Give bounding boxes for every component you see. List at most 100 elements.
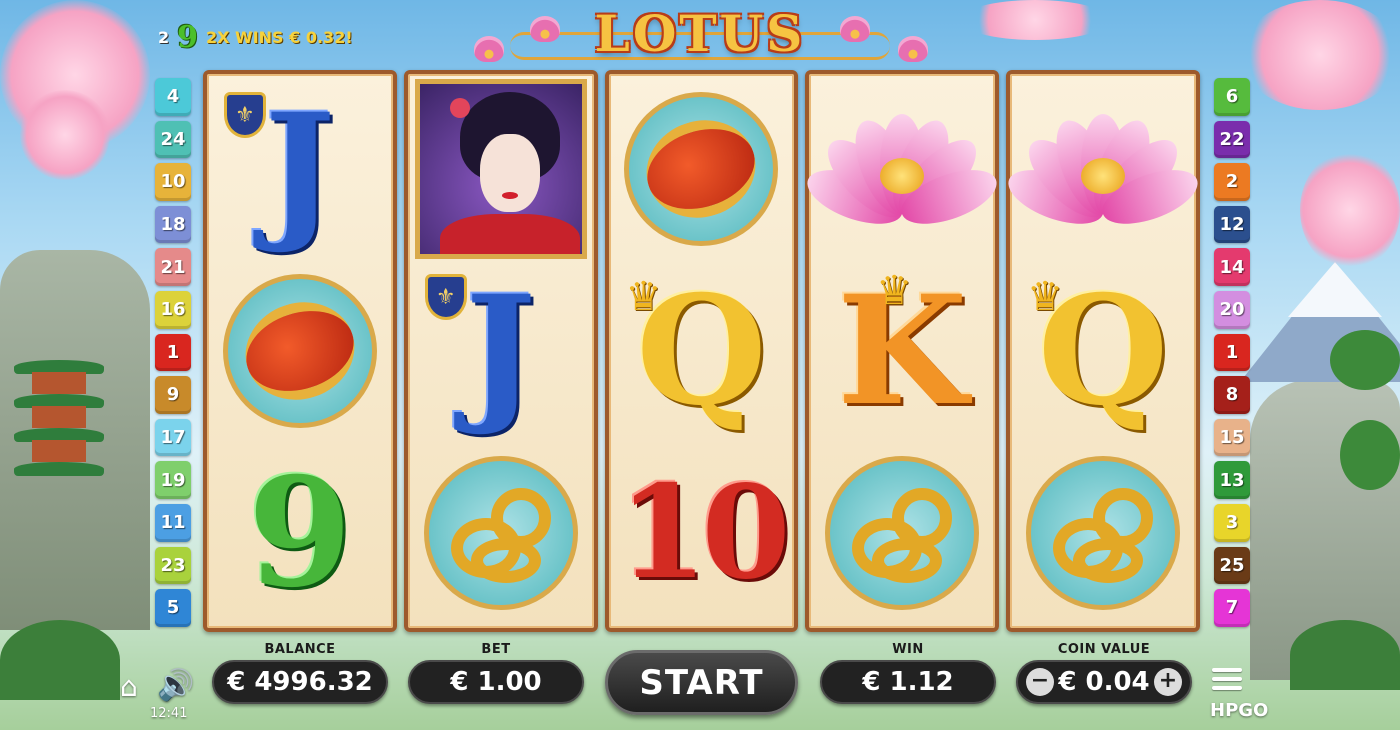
crown-icon: ♛ [625,274,662,320]
geisha-portrait-icon [414,79,587,259]
symbol-glyph: 10 [618,458,790,608]
symbol-q: Q ♛ [1017,266,1189,436]
symbol-j: J ⚜ [415,266,587,436]
snow-cap [1288,262,1382,317]
symbol-j: J ⚜ [214,84,386,254]
golden-dragon-icon [842,478,962,588]
symbol-glyph: J [465,263,537,439]
win-text: 2X WINS € 0.32! [206,27,353,47]
payline-badge[interactable]: 15 [1214,418,1250,457]
bet-field: BET € 1.00 [408,640,584,704]
symbol-10: 10 [615,448,790,618]
payline-indicators-right: 6 22 2 12 14 20 1 8 15 13 3 25 7 [1214,78,1250,627]
cherry-blossom [20,90,110,180]
payline-badge[interactable]: 1 [1214,333,1250,372]
crown-icon: ♛ [1027,274,1063,320]
payline-badge[interactable]: 20 [1214,290,1250,329]
bet-button[interactable]: € 1.00 [408,660,584,704]
payline-badge[interactable]: 3 [1214,503,1250,542]
balance-label: BALANCE [264,642,336,657]
game-logo: LOTUS [470,2,930,66]
symbol-lantern [214,266,386,436]
payline-badge[interactable]: 21 [155,248,191,286]
symbol-lotus [1001,84,1205,254]
red-lantern-icon [634,106,769,232]
sound-icon[interactable]: 🔊 [157,668,194,703]
crown-icon: ♛ [876,268,913,314]
payline-badge[interactable]: 24 [155,120,191,159]
payline-badge[interactable]: 23 [155,546,191,585]
win-value: € 1.12 [820,660,996,704]
pagoda-scenery [14,360,104,500]
brand-logo: HPGO [1210,700,1269,721]
symbol-glyph: 9 [247,445,353,621]
payline-badge[interactable]: 2 [1214,163,1250,201]
cherry-blossom [960,0,1110,40]
clock: 12:41 [150,706,188,721]
cherry-blossom [1240,0,1400,110]
win-message: 2 9 2X WINS € 0.32! [158,19,353,55]
coin-value-control: − € 0.04 + [1016,660,1192,704]
payline-badge[interactable]: 14 [1214,248,1250,286]
payline-badge[interactable]: 22 [1214,120,1250,159]
increase-coin-button[interactable]: + [1153,668,1182,696]
payline-badge[interactable]: 10 [155,163,191,201]
game-title: LOTUS [594,4,806,63]
symbol-lotus [800,84,1004,254]
tree-scenery [1340,420,1400,490]
golden-dragon-icon [441,478,561,588]
payline-badge[interactable]: 25 [1214,546,1250,585]
home-icon[interactable]: ⌂ [120,670,138,703]
payline-badge[interactable]: 4 [155,78,191,116]
shield-fleur-de-lis-icon: ⚜ [424,274,467,320]
balance-field: BALANCE € 4996.32 [212,640,388,704]
payline-badge[interactable]: 9 [155,376,191,414]
payline-badge[interactable]: 1 [155,333,191,372]
symbol-lantern [615,84,787,254]
reel-grid: J ⚜ 9 J ⚜ Q ♛ 10 K ♛ Q ♛ [203,70,1205,632]
payline-badge[interactable]: 12 [1214,205,1250,244]
coin-value: € 0.04 [1058,667,1150,697]
symbol-dragon [415,448,587,618]
control-bar: ⌂ 🔊 12:41 BALANCE € 4996.32 BET € 1.00 S… [0,640,1400,730]
tree-scenery [1330,330,1400,390]
reel: J ⚜ [403,70,598,632]
payline-badge[interactable]: 6 [1214,78,1250,116]
symbol-q: Q ♛ [615,266,787,436]
win-field: WIN € 1.12 [820,640,996,704]
payline-badge[interactable]: 11 [155,503,191,542]
payline-badge[interactable]: 8 [1214,376,1250,414]
reel: Q ♛ [1001,70,1205,632]
symbol-geisha [414,79,587,259]
win-line-number: 2 [158,27,170,47]
balance-value: € 4996.32 [212,660,388,704]
win-symbol: 9 [177,19,199,55]
pink-lotus-flower-icon [800,104,1004,235]
payline-badge[interactable]: 17 [155,418,191,457]
menu-icon[interactable] [1212,668,1242,694]
symbol-k: K ♛ [816,266,988,436]
payline-badge[interactable]: 18 [155,205,191,244]
symbol-9: 9 [214,448,386,618]
win-label: WIN [892,642,924,657]
payline-badge[interactable]: 16 [155,290,191,329]
shield-fleur-de-lis-icon: ⚜ [223,92,266,138]
payline-badge[interactable]: 13 [1214,461,1250,499]
cherry-blossom [1300,150,1400,270]
coin-value-field: COIN VALUE − € 0.04 + [1016,640,1192,704]
golden-dragon-icon [1043,478,1163,588]
payline-badge[interactable]: 5 [155,589,191,627]
coin-value-label: COIN VALUE [1057,642,1151,657]
red-lantern-icon [232,288,368,414]
reel: J ⚜ 9 [203,70,397,632]
start-button[interactable]: START [605,650,798,715]
bet-label: BET [481,642,511,657]
payline-badge[interactable]: 19 [155,461,191,499]
symbol-dragon [816,448,988,618]
symbol-glyph: J [264,81,336,257]
payline-indicators-left: 4 24 10 18 21 16 1 9 17 19 11 23 5 [155,78,191,627]
reel: Q ♛ 10 [604,70,799,632]
decrease-coin-button[interactable]: − [1026,668,1054,696]
payline-badge[interactable]: 7 [1214,589,1250,627]
reel: K ♛ [800,70,1004,632]
